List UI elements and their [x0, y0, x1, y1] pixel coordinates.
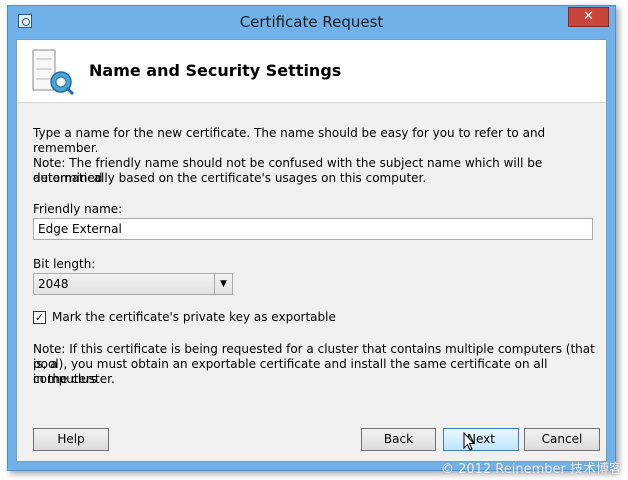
title-bar[interactable]: Certificate Request ✕	[8, 6, 615, 39]
cluster-note-line-3: in the cluster.	[33, 372, 115, 386]
wizard-header: Name and Security Settings	[17, 40, 606, 103]
dialog-client-area: Name and Security Settings Type a name f…	[16, 39, 607, 462]
bit-length-value: 2048	[38, 277, 69, 291]
watermark: © 2012 Reinember 技术博客	[440, 462, 622, 477]
bit-length-select[interactable]: 2048 ▼	[33, 273, 233, 295]
friendly-name-note-line-2: automatically based on the certificate's…	[33, 171, 427, 185]
cancel-button[interactable]: Cancel	[524, 428, 600, 451]
close-button[interactable]: ✕	[568, 7, 609, 27]
friendly-name-input[interactable]	[33, 218, 593, 240]
window-title: Certificate Request	[239, 13, 384, 31]
mouse-pointer-icon	[463, 432, 476, 451]
intro-text: Type a name for the new certificate. The…	[33, 126, 546, 155]
page-title: Name and Security Settings	[89, 61, 342, 80]
friendly-name-label: Friendly name:	[33, 202, 123, 216]
dropdown-arrow-icon[interactable]: ▼	[214, 274, 232, 294]
dialog-window: Certificate Request ✕ Name and Security …	[7, 5, 616, 471]
certificate-server-icon	[32, 49, 75, 95]
cluster-note-line-2: pool), you must obtain an exportable cer…	[33, 357, 548, 386]
next-button[interactable]: Next	[443, 428, 519, 451]
back-button[interactable]: Back	[361, 428, 436, 451]
bit-length-label: Bit length:	[33, 257, 96, 271]
help-button[interactable]: Help	[33, 428, 109, 451]
exportable-checkbox[interactable]: ✓	[33, 311, 46, 324]
exportable-label[interactable]: Mark the certificate's private key as ex…	[52, 310, 336, 324]
